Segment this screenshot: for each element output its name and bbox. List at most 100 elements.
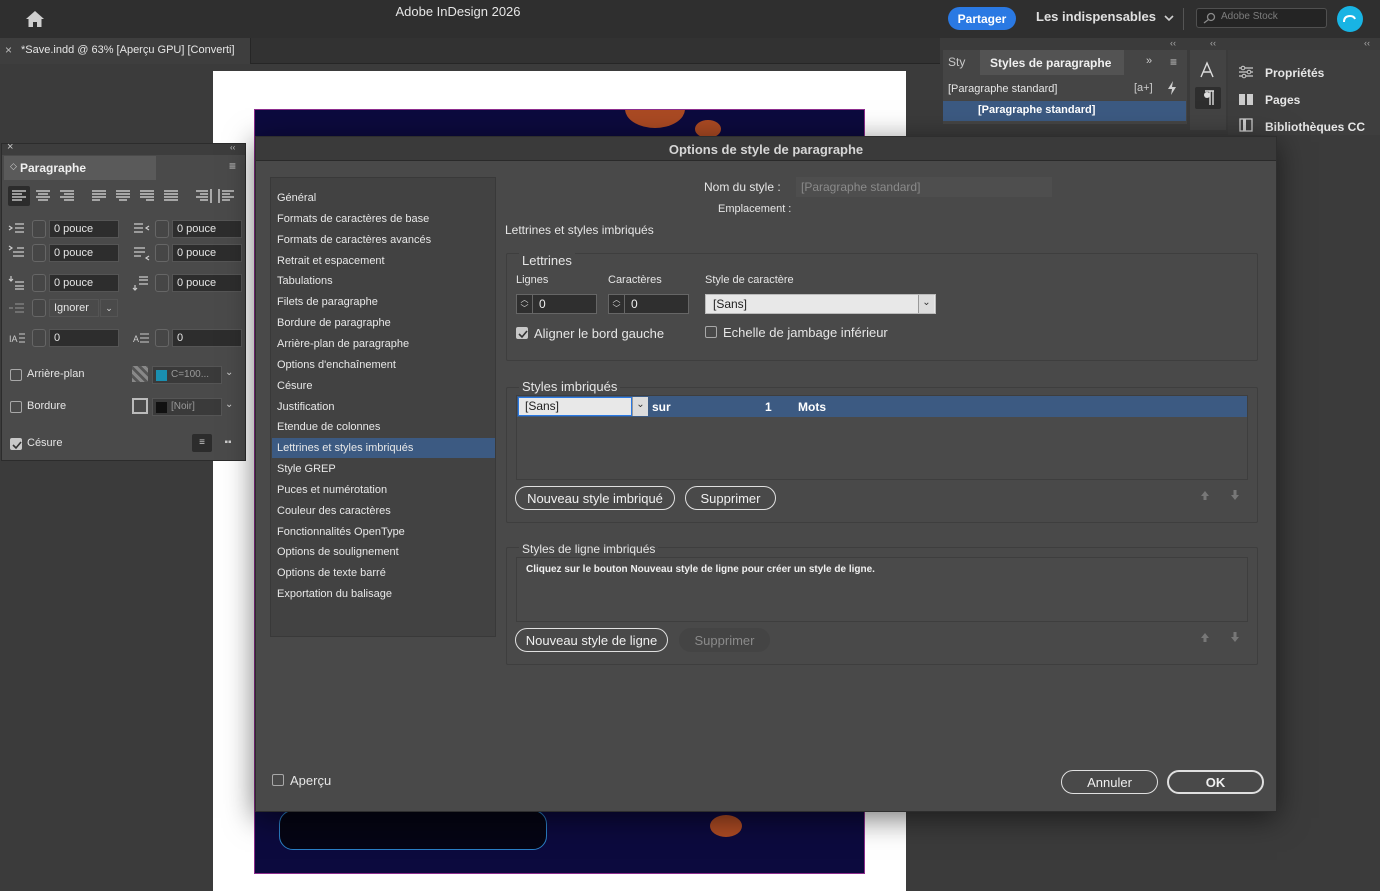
chars-stepper-icon[interactable]: ︿ ﹀ bbox=[609, 295, 625, 313]
collapse-icon[interactable]: ‹‹ bbox=[1364, 38, 1370, 48]
panel-item-cc-libraries[interactable]: Bibliothèques CC bbox=[1265, 120, 1365, 134]
align-to-grid-stepper[interactable] bbox=[32, 299, 46, 317]
justify-right-icon[interactable] bbox=[136, 186, 158, 206]
panel-menu-icon[interactable]: ≡ bbox=[229, 159, 236, 173]
chevron-down-icon[interactable] bbox=[1163, 12, 1175, 24]
chevron-down-icon[interactable]: ⌄ bbox=[100, 299, 118, 317]
category-item[interactable]: Retrait et espacement bbox=[272, 251, 495, 271]
drop-cap-chars-input[interactable]: ︿ ﹀ 0 bbox=[608, 294, 689, 314]
new-line-style-button[interactable]: Nouveau style de ligne bbox=[515, 628, 668, 652]
align-left-edge-checkbox[interactable] bbox=[516, 327, 528, 339]
text-frame[interactable] bbox=[279, 810, 547, 850]
delete-nested-style-button[interactable]: Supprimer bbox=[685, 486, 776, 510]
category-item[interactable]: Formats de caractères de base bbox=[272, 209, 495, 229]
last-line-indent-field[interactable]: 0 pouce bbox=[172, 244, 242, 262]
delete-line-style-button[interactable]: Supprimer bbox=[679, 628, 770, 652]
nested-style-select[interactable]: [Sans] bbox=[518, 397, 632, 416]
space-after-stepper[interactable] bbox=[155, 274, 169, 292]
drop-cap-lines-stepper[interactable] bbox=[32, 329, 46, 347]
drop-cap-lines-input[interactable]: ︿ ﹀ 0 bbox=[516, 294, 597, 314]
move-up-icon[interactable] bbox=[1199, 489, 1211, 501]
nested-style-count[interactable]: 1 bbox=[765, 400, 772, 414]
swatch-grid-icon[interactable] bbox=[132, 366, 148, 382]
hyphenate-checkbox[interactable] bbox=[10, 438, 22, 450]
justify-center-icon[interactable] bbox=[112, 186, 134, 206]
close-icon[interactable]: × bbox=[7, 141, 13, 153]
paragraph-styles-icon-wrap[interactable] bbox=[1195, 87, 1221, 109]
align-center-icon[interactable] bbox=[32, 186, 54, 206]
tab-character-styles[interactable]: Sty bbox=[948, 55, 965, 69]
chevron-down-icon[interactable]: ⌄ bbox=[632, 397, 648, 416]
align-to-grid-select[interactable]: Ignorer bbox=[49, 299, 99, 317]
close-icon[interactable]: × bbox=[5, 43, 12, 57]
category-item[interactable]: Etendue de colonnes bbox=[272, 417, 495, 437]
category-item[interactable]: Lettrines et styles imbriqués bbox=[272, 438, 495, 459]
align-away-spine-icon[interactable] bbox=[216, 186, 238, 206]
paragraph-composer-button[interactable]: ▪▪ bbox=[218, 434, 238, 452]
category-item[interactable]: Options de texte barré bbox=[272, 563, 495, 583]
first-line-indent-stepper[interactable] bbox=[32, 244, 46, 262]
border-checkbox[interactable] bbox=[10, 401, 22, 413]
collapse-icon[interactable]: ‹‹ bbox=[1170, 38, 1176, 48]
drop-cap-chars-stepper[interactable] bbox=[155, 329, 169, 347]
panel-item-pages[interactable]: Pages bbox=[1265, 93, 1300, 107]
left-indent-stepper[interactable] bbox=[32, 220, 46, 238]
category-item[interactable]: Tabulations bbox=[272, 271, 495, 291]
border-stroke-icon[interactable] bbox=[132, 398, 148, 414]
align-left-button[interactable] bbox=[8, 186, 30, 206]
right-indent-field[interactable]: 0 pouce bbox=[172, 220, 242, 238]
share-button[interactable]: Partager bbox=[948, 7, 1016, 30]
shading-color-field[interactable]: C=100... bbox=[152, 366, 222, 384]
align-right-icon[interactable] bbox=[56, 186, 78, 206]
chevron-down-icon[interactable]: ⌄ bbox=[225, 399, 233, 410]
category-item[interactable]: Exportation du balisage bbox=[272, 584, 495, 604]
category-item[interactable]: Césure bbox=[272, 376, 495, 396]
tab-paragraph-styles[interactable]: Styles de paragraphe bbox=[980, 50, 1124, 75]
align-toward-spine-icon[interactable] bbox=[192, 186, 214, 206]
character-styles-icon[interactable] bbox=[1198, 60, 1218, 80]
drop-cap-chars-field[interactable]: 0 bbox=[172, 329, 242, 347]
category-item[interactable]: Options d'enchaînement bbox=[272, 355, 495, 375]
category-item[interactable]: Bordure de paragraphe bbox=[272, 313, 495, 333]
move-down-icon[interactable] bbox=[1229, 631, 1241, 643]
style-name-field[interactable]: [Paragraphe standard] bbox=[796, 177, 1052, 197]
justify-all-icon[interactable] bbox=[160, 186, 182, 206]
category-item[interactable]: Filets de paragraphe bbox=[272, 292, 495, 312]
category-item[interactable]: Arrière-plan de paragraphe bbox=[272, 334, 495, 354]
panel-menu-icon[interactable]: ≡ bbox=[1170, 55, 1177, 69]
dialog-titlebar[interactable]: Options de style de paragraphe bbox=[256, 137, 1276, 161]
lines-stepper-icon[interactable]: ︿ ﹀ bbox=[517, 295, 533, 313]
new-style-icon[interactable]: [a+] bbox=[1134, 82, 1153, 94]
workspace-switcher[interactable]: Les indispensables bbox=[1036, 9, 1156, 24]
preview-checkbox[interactable] bbox=[272, 774, 284, 786]
move-up-icon[interactable] bbox=[1199, 631, 1211, 643]
drop-cap-lines-field[interactable]: 0 bbox=[49, 329, 119, 347]
justify-left-icon[interactable] bbox=[88, 186, 110, 206]
style-list-item[interactable]: [Paragraphe standard] bbox=[943, 101, 1186, 121]
right-indent-stepper[interactable] bbox=[155, 220, 169, 238]
adobe-stock-search[interactable]: Adobe Stock bbox=[1196, 8, 1327, 28]
category-item[interactable]: Fonctionnalités OpenType bbox=[272, 522, 495, 542]
shading-checkbox[interactable] bbox=[10, 369, 22, 381]
left-indent-field[interactable]: 0 pouce bbox=[49, 220, 119, 238]
creative-cloud-icon[interactable] bbox=[1337, 6, 1363, 32]
category-item[interactable]: Puces et numérotation bbox=[272, 480, 495, 500]
document-tab[interactable]: × *Save.indd @ 63% [Aperçu GPU] [Convert… bbox=[0, 38, 251, 64]
cancel-button[interactable]: Annuler bbox=[1061, 770, 1158, 794]
space-before-field[interactable]: 0 pouce bbox=[49, 274, 119, 292]
last-line-indent-stepper[interactable] bbox=[155, 244, 169, 262]
category-item[interactable]: Style GREP bbox=[272, 459, 495, 479]
border-color-field[interactable]: [Noir] bbox=[152, 398, 222, 416]
chevron-down-icon[interactable]: ⌄ bbox=[225, 367, 233, 378]
tab-paragraph[interactable]: ◇ Paragraphe bbox=[4, 156, 156, 180]
ok-button[interactable]: OK bbox=[1167, 770, 1264, 794]
space-after-field[interactable]: 0 pouce bbox=[172, 274, 242, 292]
collapse-icon[interactable]: ‹‹ bbox=[1210, 38, 1216, 48]
category-item[interactable]: Général bbox=[272, 188, 495, 208]
category-item[interactable]: Formats de caractères avancés bbox=[272, 230, 495, 250]
category-item[interactable]: Couleur des caractères bbox=[272, 501, 495, 521]
single-line-composer-button[interactable]: ≡ bbox=[192, 434, 212, 452]
category-item[interactable]: Options de soulignement bbox=[272, 542, 495, 562]
first-line-indent-field[interactable]: 0 pouce bbox=[49, 244, 119, 262]
chevron-down-icon[interactable]: ⌄ bbox=[918, 295, 934, 313]
